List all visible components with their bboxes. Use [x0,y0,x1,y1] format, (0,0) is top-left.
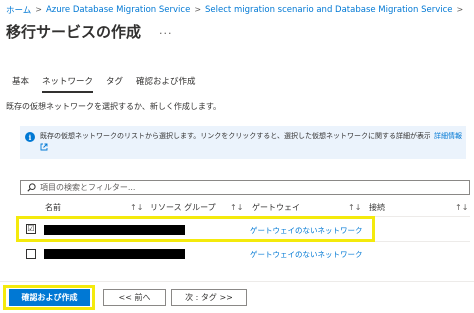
sort-gateway-icon[interactable]: ↑↓ [348,201,361,214]
networking-description: 既存の仮想ネットワークを選択するか、新しく作成します。 [6,102,222,111]
previous-button[interactable]: << 前へ [103,289,166,306]
table-row[interactable]: ゲートウェイのないネットワーク [18,243,470,268]
column-header-connection[interactable]: 接続 [369,201,385,214]
tab-basics[interactable]: 基本 [12,73,29,95]
column-header-gateway[interactable]: ゲートウェイ [252,201,300,214]
external-link-icon[interactable] [40,143,50,154]
redacted-name [44,249,156,259]
more-options-icon[interactable]: ... [159,25,173,36]
breadcrumb-home-link[interactable]: ホーム [6,4,31,16]
highlight-box-button [3,285,95,310]
page-title: 移行サービスの作成 [6,22,142,41]
sort-connection-icon[interactable]: ↑↓ [455,201,468,214]
highlight-box-row [16,216,375,242]
redacted-resource-group [149,249,185,259]
breadcrumb-separator: > [194,5,202,14]
column-header-name[interactable]: 名前 [45,201,61,214]
tab-review-create[interactable]: 確認および作成 [136,73,196,95]
breadcrumb-dms-link[interactable]: Azure Database Migration Service [46,5,190,15]
breadcrumb-separator: > [35,5,42,14]
filter-box [20,180,470,195]
tab-networking[interactable]: ネットワーク [42,73,94,95]
breadcrumb-separator: > [456,5,464,14]
learn-more-link[interactable]: 詳細情報 [434,131,464,142]
row-checkbox[interactable] [26,249,36,259]
breadcrumb-scenario-link[interactable]: Select migration scenario and Database M… [205,5,452,15]
tab-tags[interactable]: タグ [106,73,123,95]
sort-name-icon[interactable]: ↑↓ [130,201,143,214]
gateway-link[interactable]: ゲートウェイのないネットワーク [250,249,363,260]
column-header-resource-group[interactable]: リソース グループ [150,201,216,214]
sort-resource-group-icon[interactable]: ↑↓ [230,201,243,214]
breadcrumb: ホーム > Azure Database Migration Service >… [6,3,467,16]
filter-input[interactable] [40,183,420,192]
search-icon [26,183,36,193]
footer-divider [0,281,474,282]
title-row: 移行サービスの作成 ... [6,19,173,43]
tab-bar: 基本 ネットワーク タグ 確認および作成 [12,73,209,95]
info-icon: i [25,132,35,142]
info-banner: i 既存の仮想ネットワークのリストから選択します。リンクをクリックすると、選択し… [20,126,466,159]
next-tags-button[interactable]: 次 : タグ >> [171,289,247,306]
info-banner-text: 既存の仮想ネットワークのリストから選択します。リンクをクリックすると、選択した仮… [40,132,430,140]
